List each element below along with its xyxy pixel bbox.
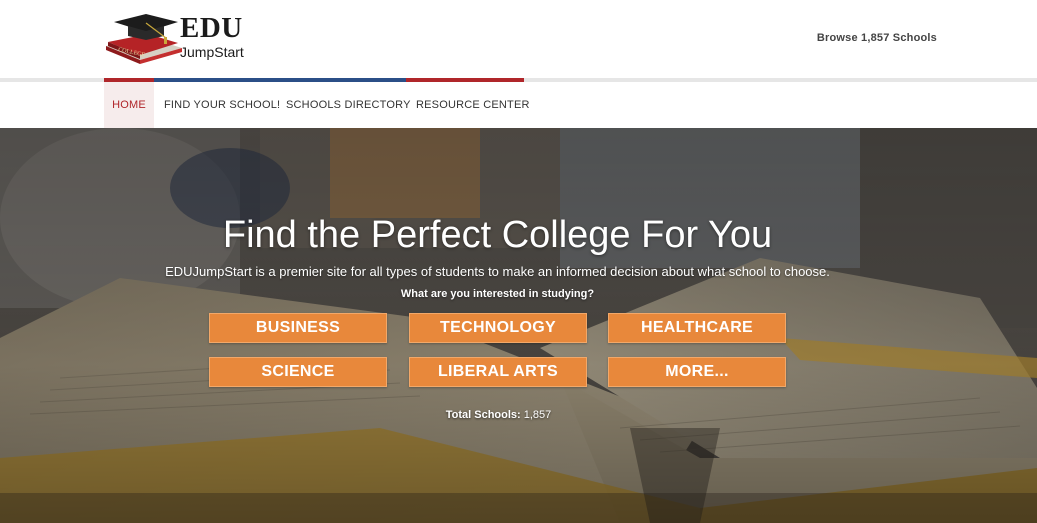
- nav-item-schools-directory[interactable]: SCHOOLS DIRECTORY: [286, 82, 411, 128]
- category-button-liberal-arts[interactable]: LIBERAL ARTS: [409, 357, 587, 387]
- nav-item-find-your-school[interactable]: FIND YOUR SCHOOL!: [164, 82, 280, 128]
- hero-subtitle: EDUJumpStart is a premier site for all t…: [165, 264, 830, 279]
- nav-item-resource-center[interactable]: RESOURCE CENTER: [416, 82, 530, 128]
- site-logo[interactable]: COLLEGE EDU JumpStart: [104, 12, 254, 66]
- total-schools: Total Schools: 1,857: [0, 409, 997, 421]
- category-button-business[interactable]: BUSINESS: [209, 313, 387, 343]
- hero-section: Find the Perfect College For You EDUJump…: [0, 128, 1037, 523]
- site-header: COLLEGE EDU JumpStart Browse 1,857 Schoo…: [0, 0, 1037, 78]
- total-schools-value: 1,857: [523, 409, 552, 421]
- main-nav: HOME FIND YOUR SCHOOL! SCHOOLS DIRECTORY…: [0, 82, 1037, 128]
- category-button-science[interactable]: SCIENCE: [209, 357, 387, 387]
- hero-title: Find the Perfect College For You: [222, 214, 773, 256]
- category-button-more[interactable]: MORE...: [608, 357, 786, 387]
- graduation-book-icon: COLLEGE: [106, 14, 182, 64]
- browse-schools-link[interactable]: Browse 1,857 Schools: [817, 32, 937, 44]
- category-button-technology[interactable]: TECHNOLOGY: [409, 313, 587, 343]
- total-schools-label: Total Schools:: [445, 409, 521, 421]
- logo-brand-top: EDU: [180, 12, 243, 44]
- nav-item-home[interactable]: HOME: [104, 82, 154, 128]
- hero-question: What are you interested in studying?: [400, 288, 595, 300]
- category-button-healthcare[interactable]: HEALTHCARE: [608, 313, 786, 343]
- logo-brand-bottom: JumpStart: [180, 44, 244, 60]
